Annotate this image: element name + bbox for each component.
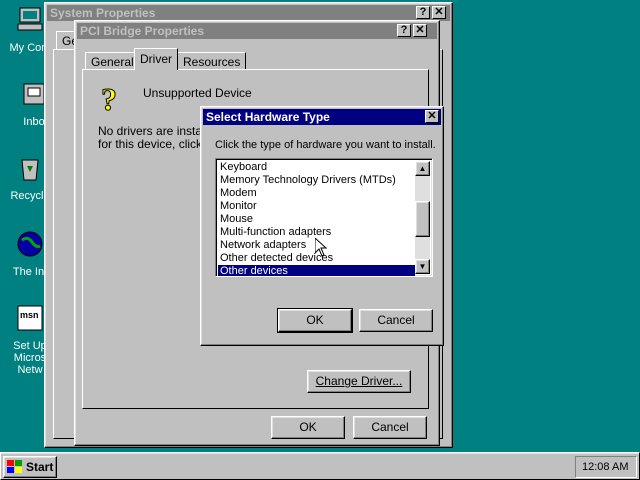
listbox-scrollbar[interactable]: ▲ ▼ — [415, 161, 430, 274]
help-button[interactable]: ? — [416, 6, 430, 19]
computer-icon — [17, 7, 43, 31]
close-button[interactable]: ✕ — [432, 6, 446, 19]
windows-logo-icon — [7, 460, 22, 473]
listbox-items: Keyboard Memory Technology Drivers (MTDs… — [218, 161, 415, 276]
scroll-up-button[interactable]: ▲ — [415, 161, 430, 176]
cancel-button[interactable]: Cancel — [353, 416, 427, 439]
hardware-type-listbox[interactable]: Keyboard Memory Technology Drivers (MTDs… — [215, 158, 433, 277]
window-title: System Properties — [50, 6, 156, 20]
taskbar: Start 12:08 AM — [0, 452, 640, 480]
help-button[interactable]: ? — [397, 24, 411, 37]
system-tray: 12:08 AM — [575, 456, 637, 478]
globe-icon — [17, 231, 43, 257]
close-button[interactable]: ✕ — [425, 110, 439, 123]
recycle-glyph-icon — [21, 159, 39, 181]
ok-button[interactable]: OK — [277, 308, 353, 333]
ok-button[interactable]: OK — [271, 416, 345, 439]
start-button[interactable]: Start — [3, 456, 57, 478]
cancel-button[interactable]: Cancel — [359, 309, 433, 332]
dialog-title: Select Hardware Type — [206, 110, 330, 124]
msn-icon: msn — [17, 305, 43, 331]
no-drivers-text-2: for this device, click C — [98, 137, 215, 151]
mouse-cursor-icon — [315, 238, 327, 257]
list-item[interactable]: Memory Technology Drivers (MTDs) — [218, 174, 415, 187]
instruction-text: Click the type of hardware you want to i… — [215, 139, 436, 151]
list-item[interactable]: Keyboard — [218, 161, 415, 174]
select-hardware-titlebar: Select Hardware Type — [203, 109, 441, 125]
start-label: Start — [26, 460, 54, 474]
list-item[interactable]: Mouse — [218, 213, 415, 226]
list-item[interactable]: Modem — [218, 187, 415, 200]
svg-text:?: ? — [101, 82, 117, 116]
change-driver-button[interactable]: Change Driver... — [307, 370, 411, 393]
window-title: PCI Bridge Properties — [80, 24, 205, 38]
scroll-down-button[interactable]: ▼ — [415, 259, 430, 274]
system-properties-titlebar: System Properties — [47, 5, 450, 21]
select-hardware-dialog: Select Hardware Type ✕ Click the type of… — [200, 106, 444, 346]
tab-resources[interactable]: Resources — [177, 52, 247, 70]
tab-driver[interactable]: Driver — [134, 48, 178, 70]
close-button[interactable]: ✕ — [413, 24, 427, 37]
unknown-device-icon: ? — [101, 82, 118, 116]
scroll-thumb[interactable] — [415, 201, 430, 237]
list-item-selected[interactable]: Other devices — [218, 265, 415, 276]
tab-general[interactable]: General — [85, 52, 140, 70]
pci-bridge-titlebar: PCI Bridge Properties — [77, 23, 437, 39]
device-name: Unsupported Device — [143, 86, 252, 100]
svg-text:msn: msn — [20, 310, 39, 320]
list-item[interactable]: Monitor — [218, 200, 415, 213]
no-drivers-text-1: No drivers are installe — [98, 124, 215, 138]
clock[interactable]: 12:08 AM — [582, 461, 628, 473]
